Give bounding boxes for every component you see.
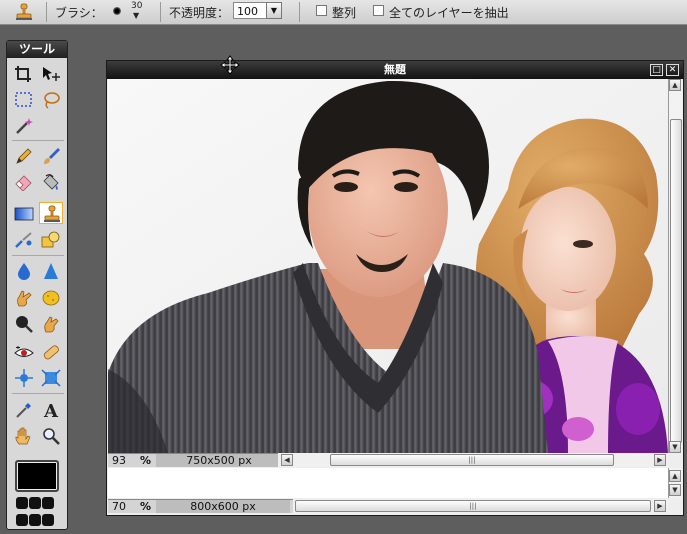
document-status-bar: 93 % 750x500 px xyxy=(108,453,282,467)
opacity-input[interactable]: 100 xyxy=(233,2,267,19)
horizontal-scroll-thumb[interactable]: ||| xyxy=(295,500,651,512)
marquee-tool-icon[interactable] xyxy=(12,89,36,111)
scroll-right-icon[interactable]: ▶ xyxy=(654,500,666,512)
brush-size: 30 xyxy=(131,1,143,11)
swatch-button[interactable] xyxy=(29,514,41,526)
type-tool-icon[interactable]: A xyxy=(39,399,63,421)
photo xyxy=(108,79,668,453)
sharpen-tool-icon[interactable] xyxy=(39,260,63,282)
zoom-unit: % xyxy=(140,500,152,513)
crop-tool-icon[interactable] xyxy=(12,63,36,85)
scroll-up-icon[interactable]: ▲ xyxy=(669,79,681,91)
options-bar: ブラシ： 30 ▼ 不透明度： 100 ▼ 整列 全てのレイヤーを抽出 xyxy=(0,0,687,25)
shape-tool-icon[interactable] xyxy=(39,229,63,251)
blur-tool-icon[interactable] xyxy=(12,260,36,282)
brush-preview-icon[interactable] xyxy=(113,7,121,15)
swatch-buttons xyxy=(16,497,62,531)
divider xyxy=(46,2,47,22)
divider xyxy=(299,2,300,22)
foreground-color-swatch[interactable] xyxy=(15,460,59,492)
zoom-tool-icon[interactable] xyxy=(39,425,63,447)
lasso-tool-icon[interactable] xyxy=(39,89,63,111)
tools-panel: ツール A xyxy=(6,40,68,530)
move-tool-icon[interactable] xyxy=(39,63,63,85)
clone-stamp-tool-icon[interactable] xyxy=(39,202,63,224)
color-picker-tool-icon[interactable] xyxy=(12,399,36,421)
image-dimensions: 800x600 px xyxy=(156,500,290,513)
document-title: 無題 xyxy=(384,63,406,76)
move-cursor-icon xyxy=(220,55,240,75)
scroll-left-icon[interactable]: ◀ xyxy=(281,454,293,466)
maximize-icon[interactable]: □ xyxy=(650,64,663,76)
spot-heal-tool-icon[interactable] xyxy=(39,341,63,363)
pencil-tool-icon[interactable] xyxy=(12,145,36,167)
opacity-label: 不透明度： xyxy=(169,6,230,20)
secondary-vertical-scrollbar[interactable]: ▲ ▼ xyxy=(668,468,682,498)
secondary-status-bar: 70 % 800x600 px xyxy=(108,499,293,513)
secondary-canvas[interactable] xyxy=(108,468,668,498)
paint-bucket-tool-icon[interactable] xyxy=(39,171,63,193)
swatch-button[interactable] xyxy=(29,497,41,509)
color-replace-tool-icon[interactable] xyxy=(12,229,36,251)
document-window-titlebar[interactable]: 無題 □ ✕ xyxy=(107,61,683,79)
document-window: 無題 □ ✕ ▲ ▼ 93 % 750x500 px ◀ ||| ▶ ▲ ▼ 7… xyxy=(106,60,684,516)
zoom-unit: % xyxy=(140,454,152,467)
pinch-tool-icon[interactable] xyxy=(39,367,63,389)
swatch-button[interactable] xyxy=(42,497,54,509)
vertical-scroll-thumb[interactable] xyxy=(670,119,682,443)
dodge-tool-icon[interactable] xyxy=(12,313,36,335)
swatch-button[interactable] xyxy=(42,514,54,526)
scroll-down-icon[interactable]: ▼ xyxy=(669,484,681,496)
bloat-tool-icon[interactable] xyxy=(12,367,36,389)
divider xyxy=(12,255,64,256)
zoom-level[interactable]: 93 xyxy=(112,454,134,467)
opacity-dropdown-button[interactable]: ▼ xyxy=(266,2,282,19)
burn-tool-icon[interactable] xyxy=(39,313,63,335)
secondary-horizontal-scrollbar[interactable]: ||| ▶ xyxy=(293,499,668,513)
clone-stamp-tool-icon[interactable] xyxy=(14,3,34,21)
divider xyxy=(12,140,64,141)
hand-tool-icon[interactable] xyxy=(12,425,36,447)
divider xyxy=(12,393,64,394)
sponge-tool-icon[interactable] xyxy=(39,287,63,309)
align-label: 整列 xyxy=(332,6,357,20)
red-eye-tool-icon[interactable] xyxy=(12,341,36,363)
scroll-down-icon[interactable]: ▼ xyxy=(669,441,681,453)
brush-dropdown-icon[interactable]: ▼ xyxy=(133,11,139,20)
close-icon[interactable]: ✕ xyxy=(666,64,679,76)
swatch-button[interactable] xyxy=(16,497,28,509)
scroll-right-icon[interactable]: ▶ xyxy=(654,454,666,466)
scroll-up-icon[interactable]: ▲ xyxy=(669,470,681,482)
vertical-scrollbar[interactable]: ▲ ▼ xyxy=(668,79,682,453)
gradient-tool-icon[interactable] xyxy=(12,203,36,225)
tools-panel-title[interactable]: ツール xyxy=(7,41,67,58)
image-canvas[interactable] xyxy=(108,79,668,453)
brush-label: ブラシ： xyxy=(55,6,103,20)
align-checkbox[interactable] xyxy=(316,5,327,16)
zoom-level[interactable]: 70 xyxy=(112,500,134,513)
eraser-tool-icon[interactable] xyxy=(12,171,36,193)
swatch-button[interactable] xyxy=(16,514,28,526)
image-dimensions: 750x500 px xyxy=(156,454,282,467)
magic-wand-tool-icon[interactable] xyxy=(12,115,36,137)
smudge-tool-icon[interactable] xyxy=(12,287,36,309)
divider xyxy=(160,2,161,22)
horizontal-scroll-thumb[interactable]: ||| xyxy=(330,454,614,466)
horizontal-scrollbar[interactable]: ◀ ||| ▶ xyxy=(278,453,668,467)
sample-all-layers-label: 全てのレイヤーを抽出 xyxy=(389,6,509,20)
svg-text:A: A xyxy=(43,401,59,419)
sample-all-layers-checkbox[interactable] xyxy=(373,5,384,16)
brush-tool-icon[interactable] xyxy=(39,145,63,167)
